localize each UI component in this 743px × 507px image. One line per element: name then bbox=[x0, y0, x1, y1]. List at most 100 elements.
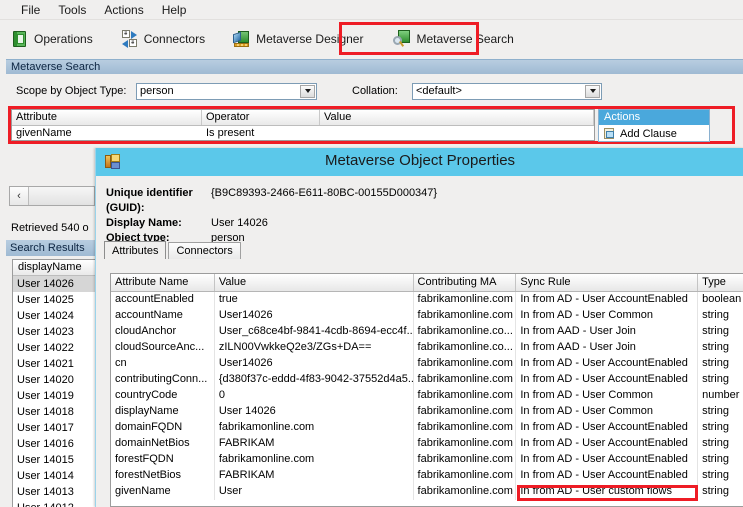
clause-col-operator[interactable]: Operator bbox=[202, 110, 320, 125]
list-item[interactable]: User 14012 bbox=[13, 500, 95, 507]
list-item[interactable]: User 14020 bbox=[13, 372, 95, 388]
dialog-title-bar[interactable]: Metaverse Object Properties bbox=[96, 148, 743, 176]
cell-attribute-name: cn bbox=[111, 356, 215, 372]
table-row[interactable]: cloudSourceAnc... zILN00VwkkeQ2e3/ZGs+DA=… bbox=[111, 340, 743, 356]
cell-value: User bbox=[215, 484, 414, 500]
table-row[interactable]: forestFQDN fabrikamonline.com fabrikamonli… bbox=[111, 452, 743, 468]
search-results-list[interactable]: User 14026 User 14025 User 14024 User 14023… bbox=[13, 276, 95, 507]
list-item[interactable]: User 14022 bbox=[13, 340, 95, 356]
list-item[interactable]: User 14024 bbox=[13, 308, 95, 324]
column-contributing-ma[interactable]: Contributing MA bbox=[414, 274, 517, 291]
collapse-left-icon[interactable]: ‹ bbox=[10, 187, 29, 205]
table-row[interactable]: cloudAnchor User_c68ce4bf-9841-4cdb-8694-… bbox=[111, 324, 743, 340]
collation-combo[interactable]: <default> bbox=[412, 82, 602, 100]
field-guid-value: {B9C89393-2466-E611-80BC-00155D000347} bbox=[211, 187, 438, 199]
list-item[interactable]: User 14025 bbox=[13, 292, 95, 308]
menu-actions[interactable]: Actions bbox=[95, 1, 152, 19]
cell-value: zILN00VwkkeQ2e3/ZGs+DA== bbox=[215, 340, 414, 356]
list-item[interactable]: User 14016 bbox=[13, 436, 95, 452]
table-row[interactable]: displayName User 14026 fabrikamonline.com I… bbox=[111, 404, 743, 420]
cell-value: fabrikamonline.com bbox=[215, 452, 414, 468]
cell-contributing-ma: fabrikamonline.com bbox=[414, 388, 517, 404]
attributes-table-body: accountEnabled true fabrikamonline.com In f… bbox=[111, 292, 743, 500]
menu-file[interactable]: File bbox=[12, 1, 49, 19]
connectors-icon: 88 bbox=[121, 29, 139, 48]
metaverse-search-icon bbox=[393, 29, 411, 48]
tab-attributes[interactable]: Attributes bbox=[104, 241, 167, 259]
table-row[interactable]: contributingConn... {d380f37c-eddd-4f83-9… bbox=[111, 372, 743, 388]
collapse-bar[interactable]: ‹ bbox=[9, 186, 95, 206]
menu-tools[interactable]: Tools bbox=[49, 1, 95, 19]
tab-connectors[interactable]: Connectors bbox=[168, 242, 241, 259]
list-item[interactable]: User 14015 bbox=[13, 452, 95, 468]
cell-type: string bbox=[702, 437, 729, 449]
cell-contributing-ma: fabrikamonline.com bbox=[414, 420, 517, 436]
table-row[interactable]: countryCode 0 fabrikamonline.com In from AD… bbox=[111, 388, 743, 404]
metaverse-designer-icon bbox=[233, 30, 251, 48]
table-row[interactable]: domainNetBios FABRIKAM fabrikamonline.com I… bbox=[111, 436, 743, 452]
search-results-column-displayname[interactable]: displayName bbox=[13, 260, 95, 276]
field-display-name: Display Name: User 14026 bbox=[106, 216, 743, 231]
metaverse-search-window: File Tools Actions Help Operations 88 Co… bbox=[0, 0, 743, 507]
cell-value: User 14026 bbox=[215, 404, 414, 420]
menu-help[interactable]: Help bbox=[153, 1, 196, 19]
cell-type: string bbox=[702, 309, 729, 321]
clause-col-value[interactable]: Value bbox=[320, 110, 594, 125]
dialog-title: Metaverse Object Properties bbox=[324, 152, 516, 169]
column-type[interactable]: Type bbox=[698, 274, 743, 291]
cell-contributing-ma: fabrikamonline.co... bbox=[414, 324, 517, 340]
list-item[interactable]: User 14026 bbox=[13, 276, 95, 292]
action-add-clause[interactable]: Add Clause bbox=[599, 125, 709, 142]
list-item[interactable]: User 14019 bbox=[13, 388, 95, 404]
cell-type: string bbox=[702, 325, 729, 337]
cell-value: User14026 bbox=[215, 356, 414, 372]
chevron-down-icon[interactable] bbox=[585, 84, 600, 98]
cell-sync-rule: In from AD - User AccountEnabled bbox=[516, 356, 699, 372]
cell-sync-rule: In from AD - User AccountEnabled bbox=[516, 468, 699, 484]
cell-sync-rule: In from AD - User AccountEnabled bbox=[516, 292, 699, 308]
cell-attribute-name: domainNetBios bbox=[111, 436, 215, 452]
cell-sync-rule: In from AD - User AccountEnabled bbox=[516, 372, 699, 388]
table-row[interactable]: domainFQDN fabrikamonline.com fabrikamonli… bbox=[111, 420, 743, 436]
table-row[interactable]: accountEnabled true fabrikamonline.com In f… bbox=[111, 292, 743, 308]
list-item[interactable]: User 14014 bbox=[13, 468, 95, 484]
cell-attribute-name: forestFQDN bbox=[111, 452, 215, 468]
column-attribute-name[interactable]: Attribute Name bbox=[111, 274, 215, 291]
search-results-title: Search Results bbox=[6, 240, 96, 256]
cell-contributing-ma: fabrikamonline.co... bbox=[414, 340, 517, 356]
search-results-grid[interactable]: displayName User 14026 User 14025 User 140… bbox=[12, 259, 96, 507]
column-value[interactable]: Value bbox=[215, 274, 414, 291]
toolbar-button-metaverse-search[interactable]: Metaverse Search bbox=[388, 26, 522, 52]
toolbar-button-connectors[interactable]: 88 Connectors bbox=[116, 26, 214, 52]
chevron-down-icon[interactable] bbox=[300, 84, 315, 98]
cell-value: fabrikamonline.com bbox=[215, 420, 414, 436]
cell-contributing-ma: fabrikamonline.com bbox=[414, 436, 517, 452]
clause-grid-header: Attribute Operator Value bbox=[12, 110, 594, 126]
cell-attribute-name: forestNetBios bbox=[111, 468, 215, 484]
list-item[interactable]: User 14017 bbox=[13, 420, 95, 436]
list-item[interactable]: User 14021 bbox=[13, 356, 95, 372]
toolbar-button-metaverse-designer[interactable]: Metaverse Designer bbox=[228, 26, 372, 52]
actions-panel-title: Actions bbox=[599, 110, 709, 125]
table-row[interactable]: cn User14026 fabrikamonline.com In from AD … bbox=[111, 356, 743, 372]
table-row[interactable]: givenName User fabrikamonline.com In from A… bbox=[111, 484, 743, 500]
cell-attribute-name: domainFQDN bbox=[111, 420, 215, 436]
clause-col-attribute[interactable]: Attribute bbox=[12, 110, 202, 125]
cell-sync-rule: In from AD - User Common bbox=[516, 308, 699, 324]
collation-label: Collation: bbox=[352, 85, 398, 97]
table-row[interactable]: accountName User14026 fabrikamonline.com In… bbox=[111, 308, 743, 324]
list-item[interactable]: User 14023 bbox=[13, 324, 95, 340]
clause-row[interactable]: givenName Is present bbox=[12, 126, 594, 141]
cell-attribute-name: displayName bbox=[111, 404, 215, 420]
list-item[interactable]: User 14013 bbox=[13, 484, 95, 500]
column-sync-rule[interactable]: Sync Rule bbox=[516, 274, 699, 291]
cell-sync-rule: In from AD - User AccountEnabled bbox=[516, 452, 699, 468]
table-row[interactable]: forestNetBios FABRIKAM fabrikamonline.com I… bbox=[111, 468, 743, 484]
scope-object-type-combo[interactable]: person bbox=[136, 82, 317, 100]
clause-grid[interactable]: Attribute Operator Value givenName Is pr… bbox=[11, 109, 595, 141]
attributes-table[interactable]: Attribute Name Value Contributing MA Syn… bbox=[110, 273, 743, 507]
list-item[interactable]: User 14018 bbox=[13, 404, 95, 420]
cell-sync-rule: In from AD - User Common bbox=[516, 388, 699, 404]
toolbar-button-operations[interactable]: Operations bbox=[6, 26, 102, 52]
cell-contributing-ma: fabrikamonline.com bbox=[414, 356, 517, 372]
